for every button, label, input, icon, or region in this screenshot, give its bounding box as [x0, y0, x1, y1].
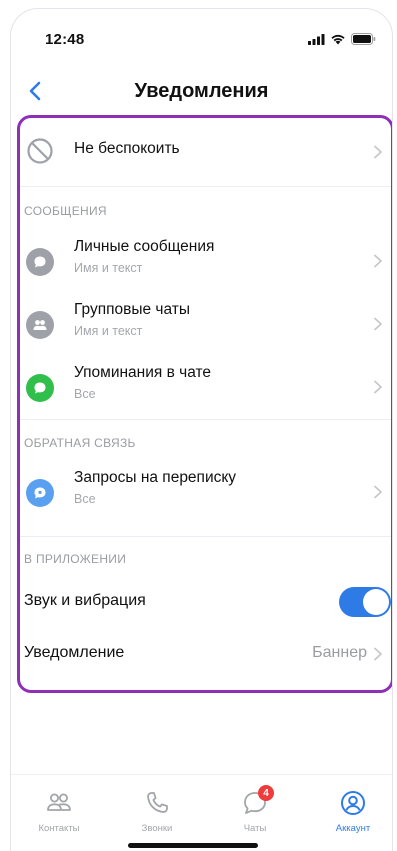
status-time: 12:48: [45, 31, 85, 48]
row-sound-vibration: Звук и вибрация: [20, 578, 391, 626]
settings-list: Не беспокоить СООБЩЕНИЯ Личные сообщения…: [17, 115, 392, 693]
sound-vibration-toggle[interactable]: [339, 587, 391, 617]
tab-bar: Контакты Звонки 4 Чаты Аккаунт: [11, 774, 392, 844]
do-not-disturb-label: Не беспокоить: [74, 140, 180, 157]
chevron-right-icon: [374, 380, 382, 394]
do-not-disturb-icon: [26, 137, 54, 165]
nav-bar: Уведомления: [11, 69, 392, 113]
message-bubble-icon: [26, 248, 54, 276]
row-group-chats[interactable]: Групповые чаты Имя и текст: [20, 293, 391, 355]
row-title: Личные сообщения: [74, 238, 215, 255]
tab-account[interactable]: Аккаунт: [313, 789, 392, 834]
tab-label: Аккаунт: [335, 823, 371, 834]
status-bar: 12:48: [11, 9, 392, 65]
contacts-icon: [47, 793, 71, 811]
tab-label: Звонки: [141, 823, 173, 834]
row-chat-requests[interactable]: Запросы на переписку Все: [20, 461, 391, 523]
toggle-knob: [363, 589, 389, 615]
chevron-right-icon: [374, 647, 382, 661]
page-title: Уведомления: [134, 80, 269, 102]
row-notification-style[interactable]: Уведомление Баннер: [20, 630, 391, 678]
divider: [20, 419, 391, 420]
divider: [20, 536, 391, 537]
tab-label: Контакты: [38, 823, 80, 834]
row-subtitle: Все: [74, 492, 96, 506]
battery-icon: [351, 33, 376, 45]
chevron-right-icon: [374, 145, 382, 159]
account-icon: [341, 791, 365, 815]
mention-bubble-icon: [26, 374, 54, 402]
tab-contacts[interactable]: Контакты: [19, 789, 99, 834]
section-header-messages: СООБЩЕНИЯ: [24, 204, 107, 218]
phone-icon: [147, 792, 168, 813]
row-title: Упоминания в чате: [74, 364, 212, 381]
tab-label: Чаты: [243, 823, 267, 834]
chevron-right-icon: [374, 254, 382, 268]
notification-style-value: Баннер: [312, 644, 367, 661]
home-indicator: [128, 843, 258, 848]
row-title: Групповые чаты: [74, 301, 191, 318]
wifi-icon: [331, 34, 345, 44]
status-icons: [308, 33, 376, 45]
row-subtitle: Имя и текст: [74, 324, 143, 338]
tab-calls[interactable]: Звонки: [117, 789, 197, 834]
tab-chats[interactable]: 4 Чаты: [215, 785, 295, 834]
row-title: Запросы на переписку: [74, 469, 237, 486]
row-subtitle: Имя и текст: [74, 261, 143, 275]
chevron-right-icon: [374, 485, 382, 499]
sound-vibration-label: Звук и вибрация: [24, 592, 146, 609]
notification-style-label: Уведомление: [24, 644, 125, 661]
row-do-not-disturb[interactable]: Не беспокоить: [20, 118, 391, 186]
group-icon: [26, 311, 54, 339]
section-header-feedback: ОБРАТНАЯ СВЯЗЬ: [24, 436, 136, 450]
row-personal-messages[interactable]: Личные сообщения Имя и текст: [20, 230, 391, 292]
unread-badge: 4: [258, 785, 274, 801]
signal-icon: [308, 33, 325, 45]
phone-screen: 12:48 Уведомления Не беспокоить СООБЩЕНИ…: [10, 8, 393, 851]
section-header-in-app: В ПРИЛОЖЕНИИ: [24, 552, 127, 566]
row-mentions[interactable]: Упоминания в чате Все: [20, 356, 391, 418]
request-bubble-icon: [26, 479, 54, 507]
row-subtitle: Все: [74, 387, 96, 401]
divider: [20, 186, 391, 187]
chevron-right-icon: [374, 317, 382, 331]
